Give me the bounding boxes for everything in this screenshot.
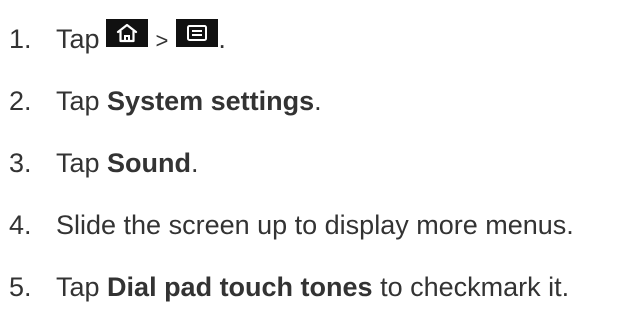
- step-4: 4. Slide the screen up to display more m…: [9, 194, 574, 256]
- step-ui-label: Dial pad touch tones: [107, 271, 373, 302]
- step-text-suffix: .: [218, 23, 226, 54]
- menu-icon: [187, 25, 208, 41]
- menu-key: [176, 19, 219, 47]
- step-3: 3. Tap Sound .: [9, 132, 574, 194]
- step-2: 2. Tap System settings .: [9, 70, 574, 132]
- step-text-suffix: .: [191, 147, 199, 178]
- step-text-prefix: Tap: [56, 23, 100, 54]
- step-separator: >: [155, 28, 169, 53]
- step-text-prefix: Tap: [56, 147, 108, 178]
- step-number: 5.: [9, 271, 32, 302]
- step-text-suffix: to checkmark it.: [372, 271, 570, 302]
- step-ui-label: System settings: [107, 85, 315, 116]
- home-key: [105, 19, 148, 47]
- home-icon: [116, 23, 137, 43]
- step-1: 1. Tap > .: [9, 8, 574, 70]
- step-number: 1.: [9, 23, 32, 54]
- step-5: 5. Tap Dial pad touch tones to checkmark…: [9, 256, 574, 318]
- step-number: 3.: [9, 147, 32, 178]
- step-ui-label: Sound: [107, 147, 192, 178]
- step-text-prefix: Tap: [56, 271, 108, 302]
- instruction-steps: 1. Tap > . 2. Tap System settings . 3. T…: [9, 8, 574, 318]
- step-number: 4.: [9, 209, 32, 240]
- step-number: 2.: [9, 85, 32, 116]
- step-text-suffix: .: [314, 85, 322, 116]
- step-text: Slide the screen up to display more menu…: [56, 209, 574, 240]
- step-text-prefix: Tap: [56, 85, 108, 116]
